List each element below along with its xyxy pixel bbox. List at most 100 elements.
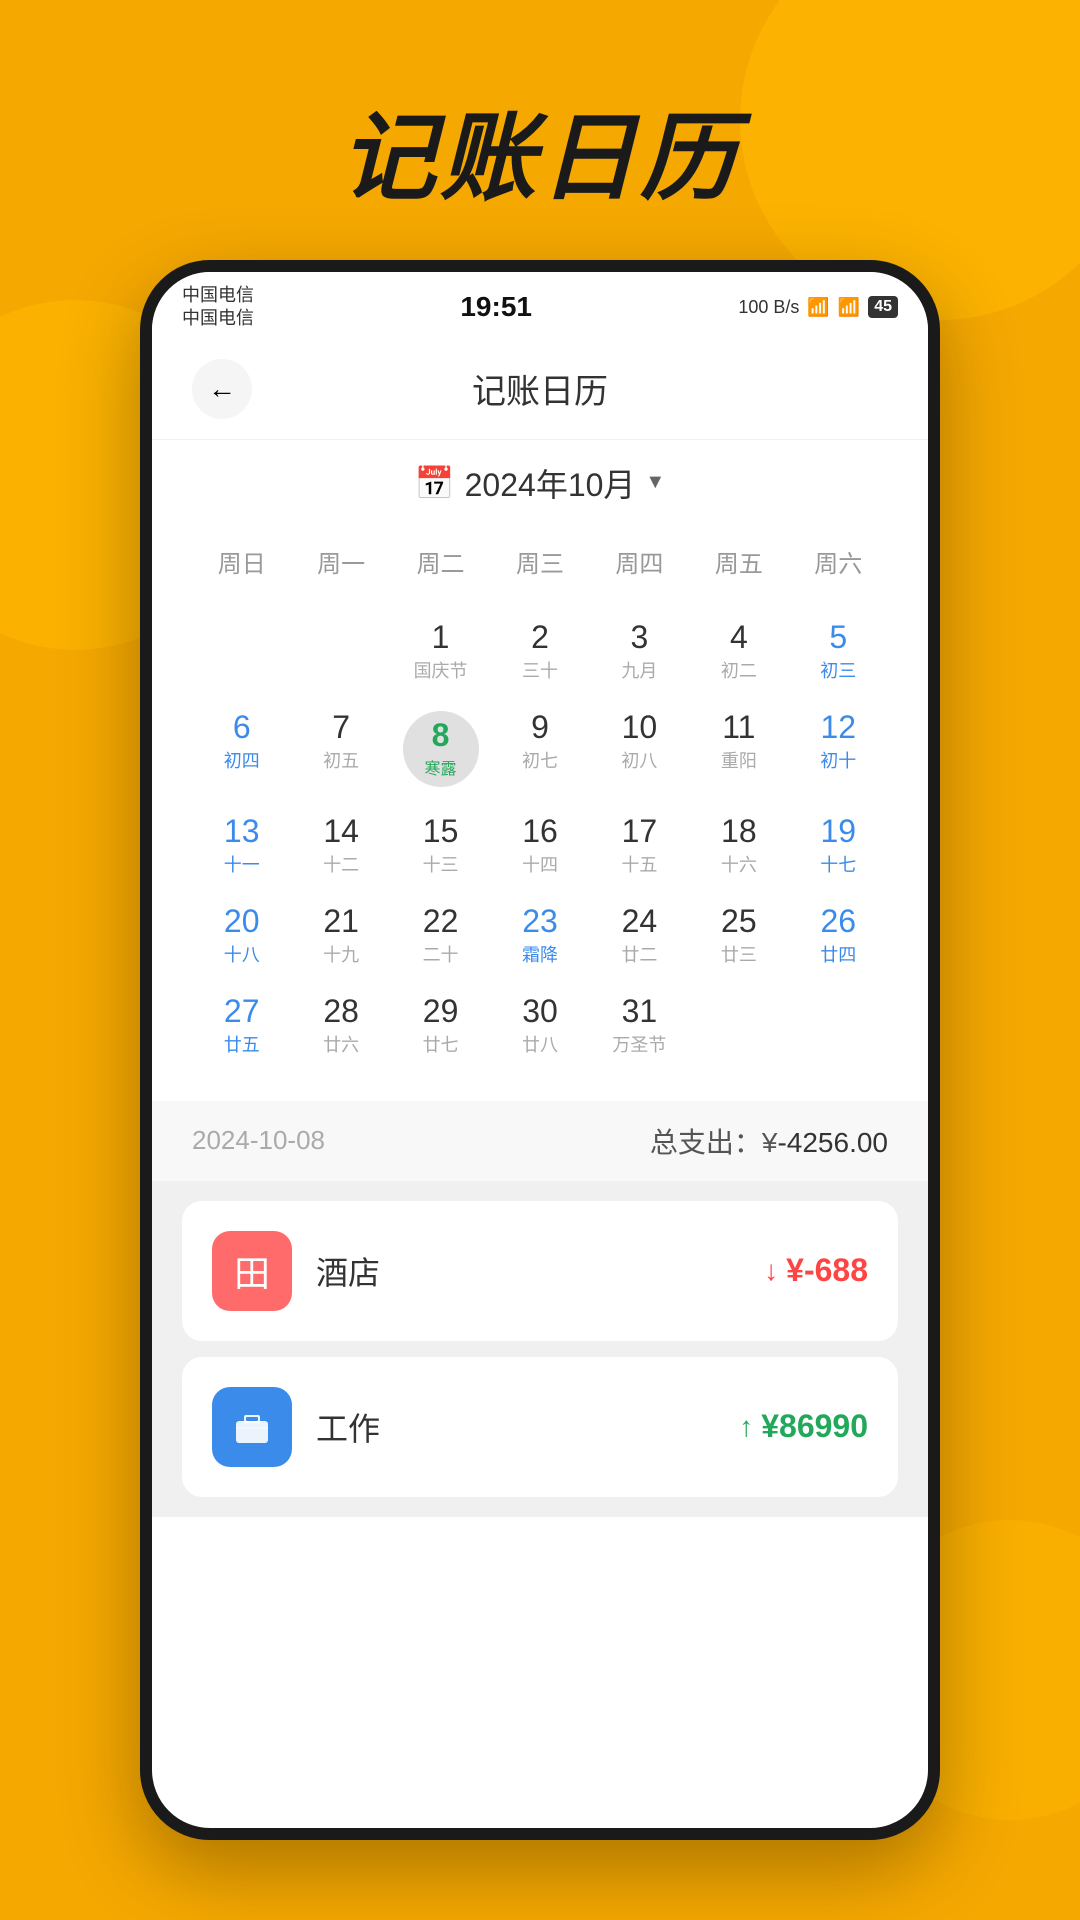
calendar-cell-oct17[interactable]: 17 十五 xyxy=(590,801,689,891)
calendar-cell-oct7[interactable]: 7 初五 xyxy=(291,697,390,801)
calendar-cell-oct9[interactable]: 9 初七 xyxy=(490,697,589,801)
day-sub: 廿五 xyxy=(224,1031,260,1057)
day-sub: 万圣节 xyxy=(612,1031,666,1057)
transaction-amount-work: ↑ ¥86990 xyxy=(739,1408,868,1445)
transaction-item-work[interactable]: 工作 ↑ ¥86990 xyxy=(182,1357,898,1497)
weekday-header: 周日 周一 周二 周三 周四 周五 周六 xyxy=(192,536,888,587)
selected-day-circle: 8 寒露 xyxy=(403,711,479,787)
calendar-cell-oct22[interactable]: 22 二十 xyxy=(391,891,490,981)
day-number: 28 xyxy=(323,995,359,1027)
summary-amount: -4256.00 xyxy=(777,1127,888,1158)
month-selector[interactable]: 📅 2024年10月 ▼ xyxy=(192,460,888,506)
calendar-cell-oct13[interactable]: 13 十一 xyxy=(192,801,291,891)
day-number: 20 xyxy=(224,905,260,937)
calendar-cell-oct3[interactable]: 3 九月 xyxy=(590,607,689,697)
day-number: 29 xyxy=(423,995,459,1027)
phone-mockup: 中国电信 中国电信 19:51 100 B/s 📶 📶 45 ← 记账日历 📅 … xyxy=(140,260,940,1840)
day-sub: 初四 xyxy=(224,747,260,773)
calendar-cell-oct11[interactable]: 11 重阳 xyxy=(689,697,788,801)
day-number: 26 xyxy=(820,905,856,937)
network-label: 100 B/s xyxy=(738,297,799,318)
calendar-cell-oct1[interactable]: 1 国庆节 xyxy=(391,607,490,697)
calendar-cell-oct2[interactable]: 2 三十 xyxy=(490,607,589,697)
summary-row: 2024-10-08 总支出：¥-4256.00 xyxy=(152,1101,928,1181)
battery-label: 45 xyxy=(868,296,898,318)
calendar-cell-oct5[interactable]: 5 初三 xyxy=(789,607,888,697)
day-sub: 初三 xyxy=(820,657,856,683)
calendar-cell-oct18[interactable]: 18 十六 xyxy=(689,801,788,891)
calendar-cell-oct4[interactable]: 4 初二 xyxy=(689,607,788,697)
weekday-tue: 周二 xyxy=(391,536,490,587)
calendar-cell-oct6[interactable]: 6 初四 xyxy=(192,697,291,801)
calendar-cell-oct31[interactable]: 31 万圣节 xyxy=(590,981,689,1071)
day-number: 14 xyxy=(323,815,359,847)
calendar-cell-oct26[interactable]: 26 廿四 xyxy=(789,891,888,981)
summary-date: 2024-10-08 xyxy=(192,1125,325,1156)
status-time: 19:51 xyxy=(460,291,532,323)
arrow-up-icon: ↑ xyxy=(739,1411,753,1443)
day-number: 17 xyxy=(622,815,658,847)
calendar-grid: 1 国庆节 2 三十 3 九月 4 初二 5 初三 6 初四 xyxy=(192,607,888,1071)
day-number: 2 xyxy=(531,621,549,653)
transaction-icon-hotel: 田 xyxy=(212,1231,292,1311)
day-number: 12 xyxy=(820,711,856,743)
day-number: 21 xyxy=(323,905,359,937)
weekday-sun: 周日 xyxy=(192,536,291,587)
month-label: 2024年10月 xyxy=(465,460,636,506)
calendar-cell-oct16[interactable]: 16 十四 xyxy=(490,801,589,891)
signal-icon: 📶 xyxy=(838,297,860,318)
calendar-cell-oct28[interactable]: 28 廿六 xyxy=(291,981,390,1071)
calendar-cell-oct30[interactable]: 30 廿八 xyxy=(490,981,589,1071)
calendar-cell-oct21[interactable]: 21 十九 xyxy=(291,891,390,981)
day-sub: 初七 xyxy=(522,747,558,773)
day-sub: 廿四 xyxy=(820,941,856,967)
day-number: 4 xyxy=(730,621,748,653)
calendar-cell-oct25[interactable]: 25 廿三 xyxy=(689,891,788,981)
day-number: 11 xyxy=(722,711,755,743)
calendar-section: 📅 2024年10月 ▼ 周日 周一 周二 周三 周四 周五 周六 1 国庆节 … xyxy=(152,440,928,1101)
weekday-wed: 周三 xyxy=(490,536,589,587)
day-number: 19 xyxy=(820,815,856,847)
day-number: 6 xyxy=(233,711,251,743)
day-sub: 霜降 xyxy=(522,941,558,967)
calendar-cell-oct15[interactable]: 15 十三 xyxy=(391,801,490,891)
day-sub: 九月 xyxy=(621,657,657,683)
status-right: 100 B/s 📶 📶 45 xyxy=(738,296,898,318)
calendar-cell-oct29[interactable]: 29 廿七 xyxy=(391,981,490,1071)
app-title: 记账日历 xyxy=(472,364,608,413)
day-sub: 寒露 xyxy=(425,755,457,779)
calendar-cell-empty xyxy=(192,607,291,697)
calendar-cell-oct20[interactable]: 20 十八 xyxy=(192,891,291,981)
arrow-down-icon: ↓ xyxy=(764,1255,778,1287)
calendar-cell-oct23[interactable]: 23 霜降 xyxy=(490,891,589,981)
day-sub: 十八 xyxy=(224,941,260,967)
day-number: 24 xyxy=(622,905,658,937)
calendar-cell-empty xyxy=(291,607,390,697)
calendar-cell-oct19[interactable]: 19 十七 xyxy=(789,801,888,891)
transaction-item-hotel[interactable]: 田 酒店 ↓ ¥-688 xyxy=(182,1201,898,1341)
calendar-cell-oct27[interactable]: 27 廿五 xyxy=(192,981,291,1071)
calendar-cell-oct24[interactable]: 24 廿二 xyxy=(590,891,689,981)
day-sub: 初二 xyxy=(721,657,757,683)
day-sub: 十一 xyxy=(224,851,260,877)
back-button[interactable]: ← xyxy=(192,359,252,419)
carrier1-label: 中国电信 xyxy=(182,284,254,307)
transaction-name-hotel: 酒店 xyxy=(316,1248,740,1294)
day-sub: 廿六 xyxy=(323,1031,359,1057)
calendar-cell-empty xyxy=(689,981,788,1071)
day-number: 16 xyxy=(522,815,558,847)
calendar-cell-oct14[interactable]: 14 十二 xyxy=(291,801,390,891)
status-bar: 中国电信 中国电信 19:51 100 B/s 📶 📶 45 xyxy=(152,272,928,339)
day-sub: 十四 xyxy=(522,851,558,877)
calendar-cell-oct12[interactable]: 12 初十 xyxy=(789,697,888,801)
transaction-icon-work xyxy=(212,1387,292,1467)
day-sub: 初十 xyxy=(820,747,856,773)
wifi-icon: 📶 xyxy=(807,297,829,318)
calendar-cell-oct10[interactable]: 10 初八 xyxy=(590,697,689,801)
calendar-cell-oct8[interactable]: 8 寒露 xyxy=(391,697,490,801)
summary-total-label: 总支出：¥ xyxy=(650,1127,778,1158)
day-sub: 重阳 xyxy=(721,747,757,773)
day-number: 15 xyxy=(423,815,459,847)
day-sub: 十七 xyxy=(820,851,856,877)
back-icon: ← xyxy=(208,373,236,405)
